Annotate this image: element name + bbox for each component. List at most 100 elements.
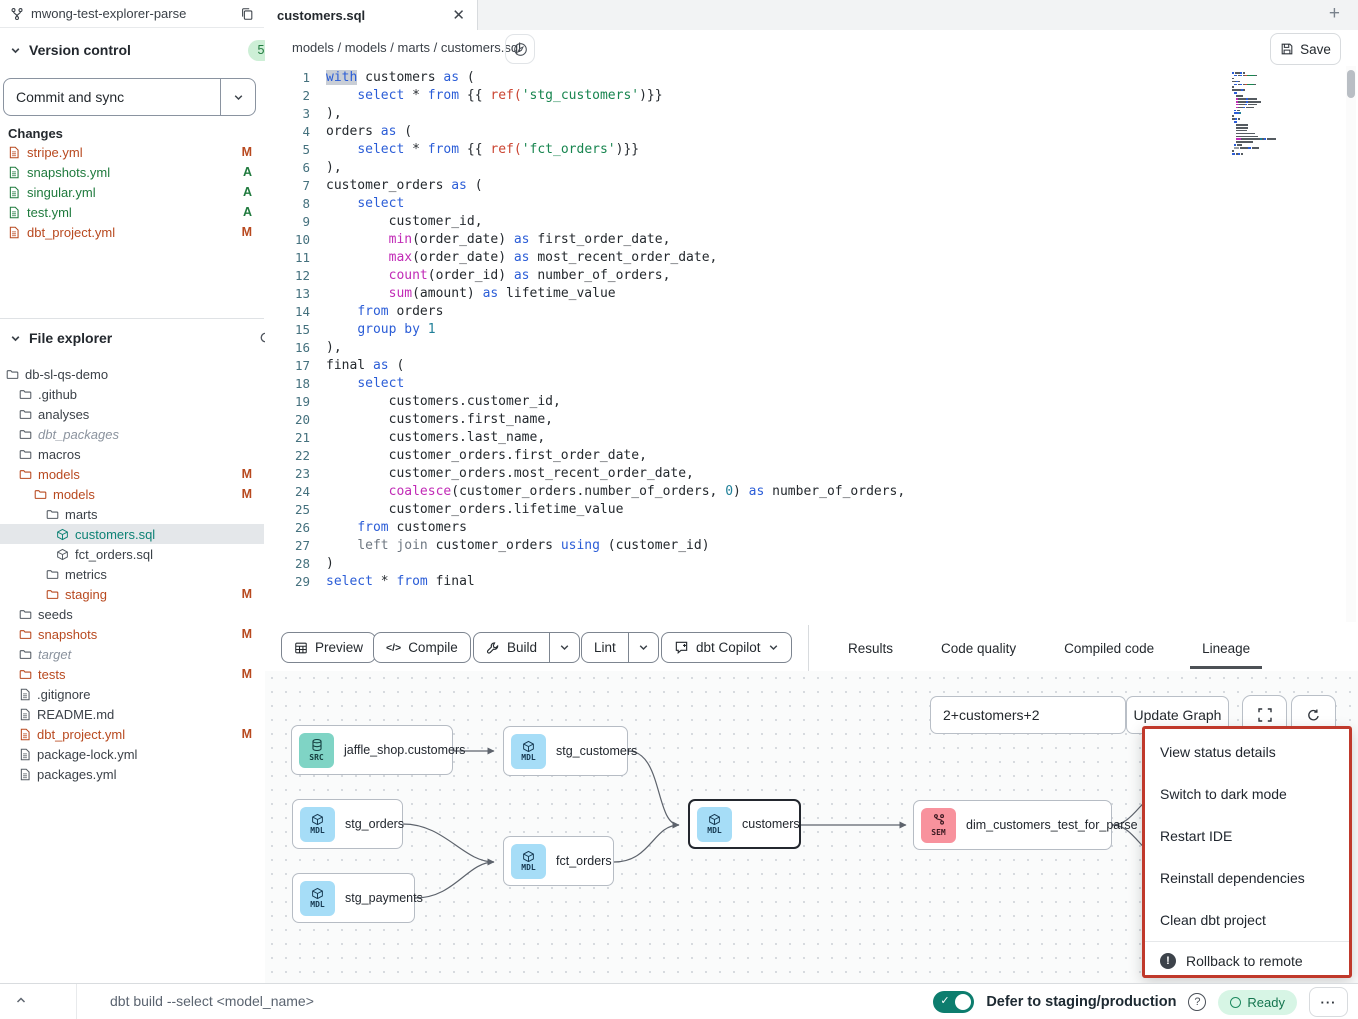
minimap[interactable] xyxy=(1232,72,1332,156)
code-line[interactable]: 17final as ( xyxy=(265,357,1358,375)
code-line[interactable]: 14 from orders xyxy=(265,303,1358,321)
code-line[interactable]: 10 min(order_date) as first_order_date, xyxy=(265,231,1358,249)
code-line[interactable]: 23 customer_orders.most_recent_order_dat… xyxy=(265,465,1358,483)
editor-scrollbar[interactable] xyxy=(1346,66,1356,622)
code-line[interactable]: 15 group by 1 xyxy=(265,321,1358,339)
code-line[interactable]: 25 customer_orders.lifetime_value xyxy=(265,501,1358,519)
code-line[interactable]: 19 customers.customer_id, xyxy=(265,393,1358,411)
file-tree-item--github[interactable]: .github xyxy=(0,384,264,404)
file-tree-item-staging[interactable]: stagingM xyxy=(0,584,264,604)
code-editor[interactable]: 1with customers as (2 select * from {{ r… xyxy=(265,66,1358,625)
lineage-panel[interactable]: SRCjaffle_shop.customers MDLstg_customers… xyxy=(265,671,1358,984)
code-line[interactable]: 21 customers.last_name, xyxy=(265,429,1358,447)
file-tree-item-marts[interactable]: marts xyxy=(0,504,264,524)
file-tree-item-macros[interactable]: macros xyxy=(0,444,264,464)
lint-button-group[interactable]: Lint xyxy=(581,632,659,663)
tab-results[interactable]: Results xyxy=(842,628,899,669)
copy-branch-icon[interactable] xyxy=(240,7,254,21)
code-line[interactable]: 13 sum(amount) as lifetime_value xyxy=(265,285,1358,303)
tab-compiled-code[interactable]: Compiled code xyxy=(1058,628,1160,669)
code-line[interactable]: 22 customer_orders.first_order_date, xyxy=(265,447,1358,465)
change-item[interactable]: snapshots.ymlA xyxy=(0,162,264,182)
code-line[interactable]: 5 select * from {{ ref('fct_orders')}} xyxy=(265,141,1358,159)
file-tree-item-target[interactable]: target xyxy=(0,644,264,664)
file-tree-item-db-sl-qs-demo[interactable]: db-sl-qs-demo xyxy=(0,364,264,384)
more-options-button[interactable]: ··· xyxy=(1309,987,1348,1017)
code-line[interactable]: 29select * from final xyxy=(265,573,1358,591)
defer-toggle[interactable]: ✓ xyxy=(933,991,974,1013)
file-tree-item-tests[interactable]: testsM xyxy=(0,664,264,684)
menu-item-clean-dbt-project[interactable]: Clean dbt project xyxy=(1145,899,1349,941)
file-tree-item-fct-orders-sql[interactable]: fct_orders.sql xyxy=(0,544,264,564)
menu-item-reinstall-dependencies[interactable]: Reinstall dependencies xyxy=(1145,857,1349,899)
lineage-node-dim-customers-test-for-parse[interactable]: SEMdim_customers_test_for_parse xyxy=(913,800,1112,850)
save-button[interactable]: Save xyxy=(1270,33,1341,65)
chevron-up-icon[interactable] xyxy=(14,993,28,1007)
build-button-group[interactable]: Build xyxy=(473,632,580,663)
code-line[interactable]: 24 coalesce(customer_orders.number_of_or… xyxy=(265,483,1358,501)
file-tree-item-models[interactable]: modelsM xyxy=(0,484,264,504)
file-tree-item-dbt-packages[interactable]: dbt_packages xyxy=(0,424,264,444)
code-line[interactable]: 8 select xyxy=(265,195,1358,213)
code-line[interactable]: 12 count(order_id) as number_of_orders, xyxy=(265,267,1358,285)
new-tab-button[interactable]: + xyxy=(1329,3,1340,25)
code-line[interactable]: 20 customers.first_name, xyxy=(265,411,1358,429)
menu-item-restart-ide[interactable]: Restart IDE xyxy=(1145,815,1349,857)
menu-item-rollback-to-remote[interactable]: ! Rollback to remote xyxy=(1145,942,1349,980)
file-tree-item-dbt-project-yml[interactable]: dbt_project.ymlM xyxy=(0,724,264,744)
command-input[interactable]: dbt build --select <model_name> xyxy=(110,993,314,1009)
help-icon[interactable]: ? xyxy=(1188,993,1206,1011)
file-tree-item-metrics[interactable]: metrics xyxy=(0,564,264,584)
commit-options-dropdown[interactable] xyxy=(220,79,255,115)
change-item[interactable]: singular.ymlA xyxy=(0,182,264,202)
file-explorer-header[interactable]: File explorer xyxy=(0,326,284,350)
code-line[interactable]: 11 max(order_date) as most_recent_order_… xyxy=(265,249,1358,267)
tab-code-quality[interactable]: Code quality xyxy=(935,628,1022,669)
open-in-explorer-button[interactable] xyxy=(505,34,535,64)
tab-customers-sql[interactable]: customers.sql ✕ xyxy=(265,0,478,30)
code-line[interactable]: 1with customers as ( xyxy=(265,69,1358,87)
menu-item-switch-to-dark-mode[interactable]: Switch to dark mode xyxy=(1145,773,1349,815)
file-tree-item-seeds[interactable]: seeds xyxy=(0,604,264,624)
code-line[interactable]: 16), xyxy=(265,339,1358,357)
lineage-node-customers[interactable]: MDLcustomers xyxy=(688,799,801,849)
file-tree-item--gitignore[interactable]: .gitignore xyxy=(0,684,264,704)
file-tree-item-customers-sql[interactable]: customers.sql xyxy=(0,524,264,544)
code-line[interactable]: 18 select xyxy=(265,375,1358,393)
lineage-node-fct-orders[interactable]: MDLfct_orders xyxy=(503,836,614,886)
scrollbar-thumb[interactable] xyxy=(1347,70,1355,98)
change-item[interactable]: stripe.ymlM xyxy=(0,142,264,162)
commit-and-sync-button[interactable]: Commit and sync xyxy=(3,78,256,116)
code-line[interactable]: 27 left join customer_orders using (cust… xyxy=(265,537,1358,555)
file-tree-item-packages-yml[interactable]: packages.yml xyxy=(0,764,264,784)
code-line[interactable]: 26 from customers xyxy=(265,519,1358,537)
code-line[interactable]: 28) xyxy=(265,555,1358,573)
change-item[interactable]: dbt_project.ymlM xyxy=(0,222,264,242)
lint-options-dropdown[interactable] xyxy=(628,633,658,662)
close-icon[interactable]: ✕ xyxy=(452,8,465,23)
lineage-node-stg-orders[interactable]: MDLstg_orders xyxy=(292,799,403,849)
tab-lineage[interactable]: Lineage xyxy=(1196,628,1256,669)
lineage-node-jaffle-shop-customers[interactable]: SRCjaffle_shop.customers xyxy=(291,725,453,775)
lineage-node-stg-payments[interactable]: MDLstg_payments xyxy=(292,873,415,923)
menu-item-view-status-details[interactable]: View status details xyxy=(1145,731,1349,773)
change-item[interactable]: test.ymlA xyxy=(0,202,264,222)
dbt-copilot-button[interactable]: dbt Copilot xyxy=(661,632,792,663)
compile-button[interactable]: </> Compile xyxy=(373,632,471,663)
preview-button[interactable]: Preview xyxy=(281,632,376,663)
file-tree-item-readme-md[interactable]: README.md xyxy=(0,704,264,724)
file-tree-item-snapshots[interactable]: snapshotsM xyxy=(0,624,264,644)
file-tree-item-models[interactable]: modelsM xyxy=(0,464,264,484)
file-tree-item-analyses[interactable]: analyses xyxy=(0,404,264,424)
lineage-node-stg-customers[interactable]: MDLstg_customers xyxy=(503,726,628,776)
code-line[interactable]: 2 select * from {{ ref('stg_customers')}… xyxy=(265,87,1358,105)
code-line[interactable]: 4orders as ( xyxy=(265,123,1358,141)
code-line[interactable]: 9 customer_id, xyxy=(265,213,1358,231)
lineage-search-input[interactable] xyxy=(930,696,1126,734)
version-control-header[interactable]: Version control 5 xyxy=(0,38,284,62)
code-line[interactable]: 6), xyxy=(265,159,1358,177)
build-options-dropdown[interactable] xyxy=(549,633,579,662)
code-line[interactable]: 3), xyxy=(265,105,1358,123)
file-tree-item-package-lock-yml[interactable]: package-lock.yml xyxy=(0,744,264,764)
code-line[interactable]: 7customer_orders as ( xyxy=(265,177,1358,195)
